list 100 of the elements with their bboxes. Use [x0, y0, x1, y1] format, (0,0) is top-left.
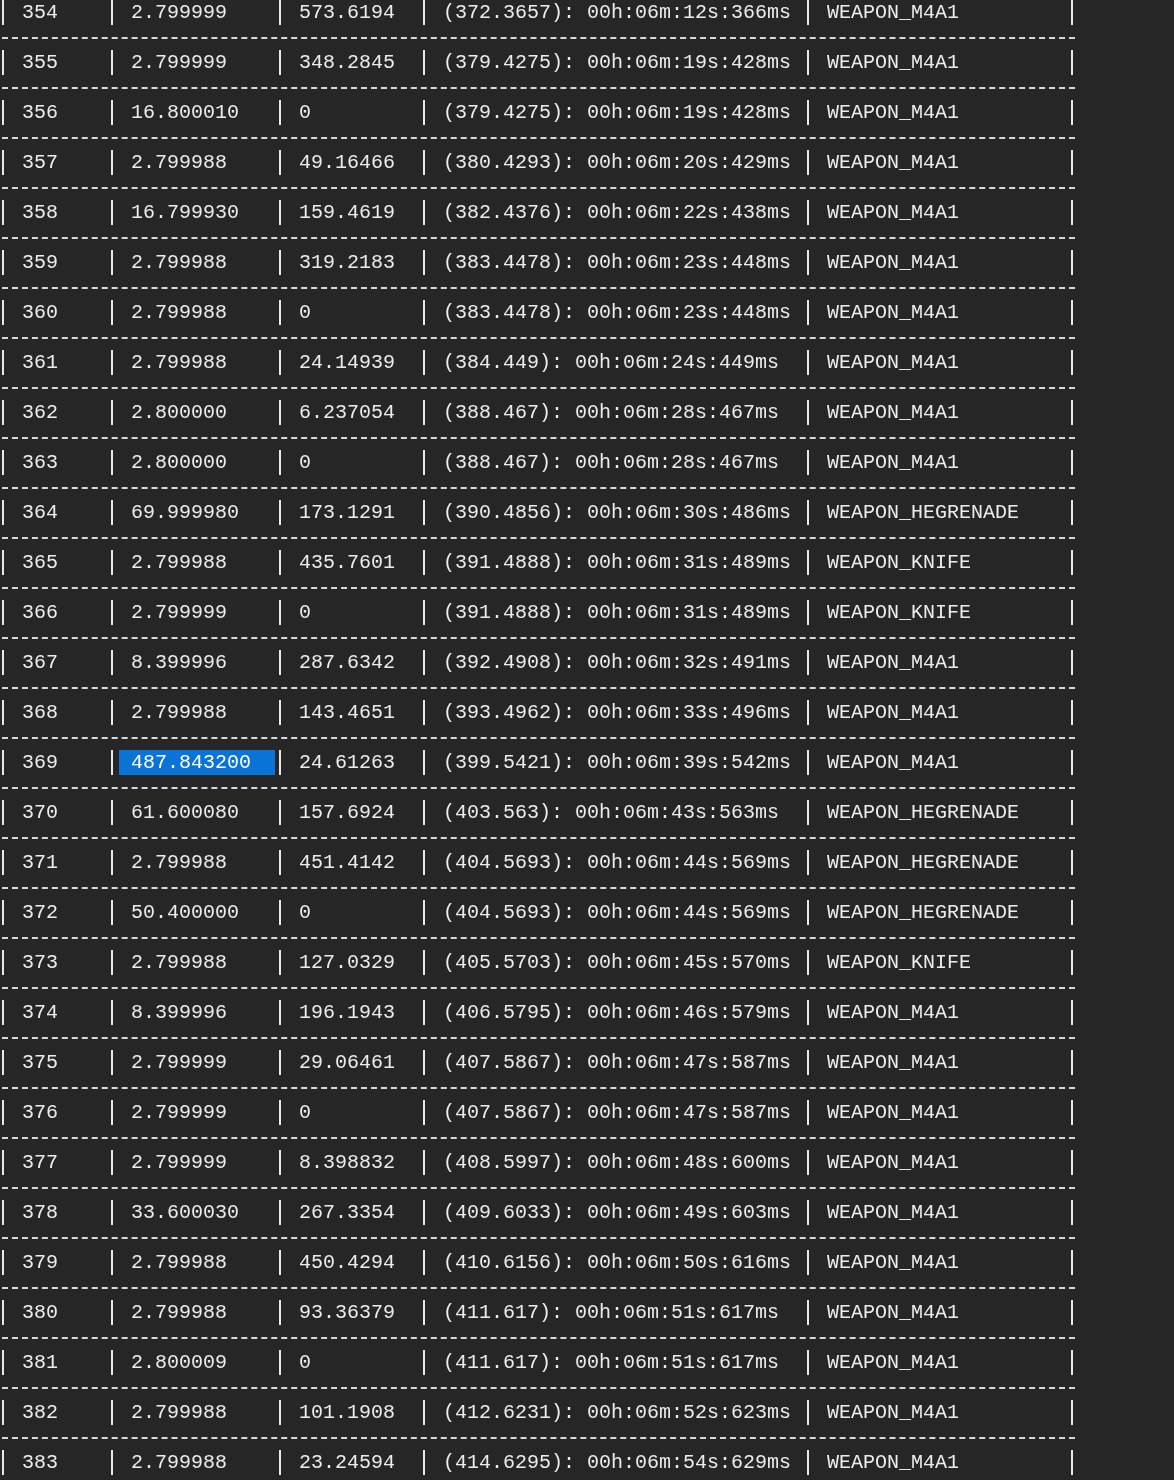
table-cell-text: 287.6342 — [298, 650, 396, 675]
table-cell-text: 357 — [21, 150, 59, 175]
table-cell-text: 379 — [21, 1250, 59, 1275]
table-cell-text: (384.449): 00h:06m:24s:449ms — [442, 350, 781, 375]
table-cell-text: 127.0329 — [298, 950, 396, 975]
table-cell-text: 2.799988 — [130, 550, 228, 575]
table-cell-text: 49.16466 — [298, 150, 396, 175]
table-cell-text: (392.4908): 00h:06m:32s:491ms — [442, 650, 793, 675]
table-cell-text: 0 — [298, 1350, 312, 1375]
table-cell-text: 8.399996 — [130, 1000, 228, 1025]
table-cell-text: (393.4962): 00h:06m:33s:496ms — [442, 700, 793, 725]
table-cell-text: 24.61263 — [298, 750, 396, 775]
table-cell-text: WEAPON_M4A1 — [826, 1300, 961, 1325]
table-cell-text: 348.2845 — [298, 50, 396, 75]
table-cell-text: WEAPON_M4A1 — [826, 450, 961, 475]
table-cell-text: 435.7601 — [298, 550, 396, 575]
table-cell-text: (411.617): 00h:06m:51s:617ms — [442, 1350, 781, 1375]
table-cell-text: (379.4275): 00h:06m:19s:428ms — [442, 100, 793, 125]
table-cell-text: 33.600030 — [130, 1200, 241, 1225]
table-cell-text: 355 — [21, 50, 59, 75]
table-cell-text: 93.36379 — [298, 1300, 396, 1325]
table-cell-text: (409.6033): 00h:06m:49s:603ms — [442, 1200, 793, 1225]
table-cell-text: 377 — [21, 1150, 59, 1175]
table-cell-text: 356 — [21, 100, 59, 125]
table-cell-text: 319.2183 — [298, 250, 396, 275]
table-cell-text: 69.999980 — [130, 500, 241, 525]
table-cell-text: 16.799930 — [130, 200, 241, 225]
table-cell-text: (404.5693): 00h:06m:44s:569ms — [442, 900, 793, 925]
table-cell-text: WEAPON_M4A1 — [826, 1400, 961, 1425]
table-cell-text: 159.4619 — [298, 200, 396, 225]
table-cell-text: (382.4376): 00h:06m:22s:438ms — [442, 200, 793, 225]
table-cell-text: WEAPON_M4A1 — [826, 0, 961, 25]
table-cell-text: WEAPON_KNIFE — [826, 550, 973, 575]
table-cell-text: 371 — [21, 850, 59, 875]
table-cell-text: WEAPON_M4A1 — [826, 1100, 961, 1125]
table-cell-text: 372 — [21, 900, 59, 925]
table-cell-text: 2.799999 — [130, 1150, 228, 1175]
table-cell-text: 143.4651 — [298, 700, 396, 725]
table-cell-text: (406.5795): 00h:06m:46s:579ms — [442, 1000, 793, 1025]
table-cell-text: 2.799999 — [130, 600, 228, 625]
table-cell-text: 2.799988 — [130, 1400, 228, 1425]
table-cell-text: (411.617): 00h:06m:51s:617ms — [442, 1300, 781, 1325]
table-cell-text: 374 — [21, 1000, 59, 1025]
table-cell-text: (391.4888): 00h:06m:31s:489ms — [442, 600, 793, 625]
table-cell-text: (407.5867): 00h:06m:47s:587ms — [442, 1050, 793, 1075]
table-cell-text: (391.4888): 00h:06m:31s:489ms — [442, 550, 793, 575]
table-cell-text: 2.799999 — [130, 1100, 228, 1125]
table-cell-text: 382 — [21, 1400, 59, 1425]
table-cell-text: (412.6231): 00h:06m:52s:623ms — [442, 1400, 793, 1425]
table-cell-text: 362 — [21, 400, 59, 425]
table-cell-text: 2.799988 — [130, 350, 228, 375]
table-cell-text: 2.800000 — [130, 400, 228, 425]
table-cell-text: WEAPON_M4A1 — [826, 1250, 961, 1275]
table-cell-text: 368 — [21, 700, 59, 725]
table-cell-text: 360 — [21, 300, 59, 325]
table-cell-text: 2.799988 — [130, 700, 228, 725]
table-cell-text: 2.799988 — [130, 850, 228, 875]
table-cell-text: WEAPON_M4A1 — [826, 1350, 961, 1375]
table-cell-text: 8.399996 — [130, 650, 228, 675]
table-cell-text: 0 — [298, 600, 312, 625]
table-cell-text: 157.6924 — [298, 800, 396, 825]
table-cell-text: 2.799999 — [130, 0, 228, 25]
table-cell-text: 376 — [21, 1100, 59, 1125]
table-cell-text: (407.5867): 00h:06m:47s:587ms — [442, 1100, 793, 1125]
table-cell-text: 23.24594 — [298, 1450, 396, 1475]
table-cell-text: 8.398832 — [298, 1150, 396, 1175]
table-cell-text: 16.800010 — [130, 100, 241, 125]
table-cell-text: (383.4478): 00h:06m:23s:448ms — [442, 300, 793, 325]
table-cell-text: 0 — [298, 1100, 312, 1125]
table-cell-text: WEAPON_KNIFE — [826, 600, 973, 625]
table-cell-text: 378 — [21, 1200, 59, 1225]
table-cell-text: WEAPON_HEGRENADE — [826, 850, 1021, 875]
table-cell-text: (372.3657): 00h:06m:12s:366ms — [442, 0, 793, 25]
table-cell-text: WEAPON_HEGRENADE — [826, 500, 1021, 525]
table-cell-text: (403.563): 00h:06m:43s:563ms — [442, 800, 781, 825]
table-cell-text: WEAPON_M4A1 — [826, 1150, 961, 1175]
table-cell-text: (404.5693): 00h:06m:44s:569ms — [442, 850, 793, 875]
table-cell-text: 358 — [21, 200, 59, 225]
table-cell-text: WEAPON_M4A1 — [826, 300, 961, 325]
table-cell-text: 2.799999 — [130, 50, 228, 75]
table-cell-text: 381 — [21, 1350, 59, 1375]
table-cell-text: WEAPON_M4A1 — [826, 150, 961, 175]
table-cell-text: 361 — [21, 350, 59, 375]
table-cell-text: 369 — [21, 750, 59, 775]
table-cell-text: 6.237054 — [298, 400, 396, 425]
table-cell-text: (399.5421): 00h:06m:39s:542ms — [442, 750, 793, 775]
table-cell-text: 61.600080 — [130, 800, 241, 825]
table-cell-text: (405.5703): 00h:06m:45s:570ms — [442, 950, 793, 975]
table-cell-text: 370 — [21, 800, 59, 825]
table-cell-text: (388.467): 00h:06m:28s:467ms — [442, 450, 781, 475]
table-cell-text: WEAPON_M4A1 — [826, 200, 961, 225]
table-cell-text: WEAPON_M4A1 — [826, 650, 961, 675]
table-cell-text: 101.1908 — [298, 1400, 396, 1425]
table-cell-text: 29.06461 — [298, 1050, 396, 1075]
table-cell-text: 450.4294 — [298, 1250, 396, 1275]
table-cell-text: (410.6156): 00h:06m:50s:616ms — [442, 1250, 793, 1275]
table-cell-text: WEAPON_M4A1 — [826, 100, 961, 125]
table-cell-text: 2.799988 — [130, 1250, 228, 1275]
table-cell-text: (379.4275): 00h:06m:19s:428ms — [442, 50, 793, 75]
table-cell-text: 0 — [298, 300, 312, 325]
